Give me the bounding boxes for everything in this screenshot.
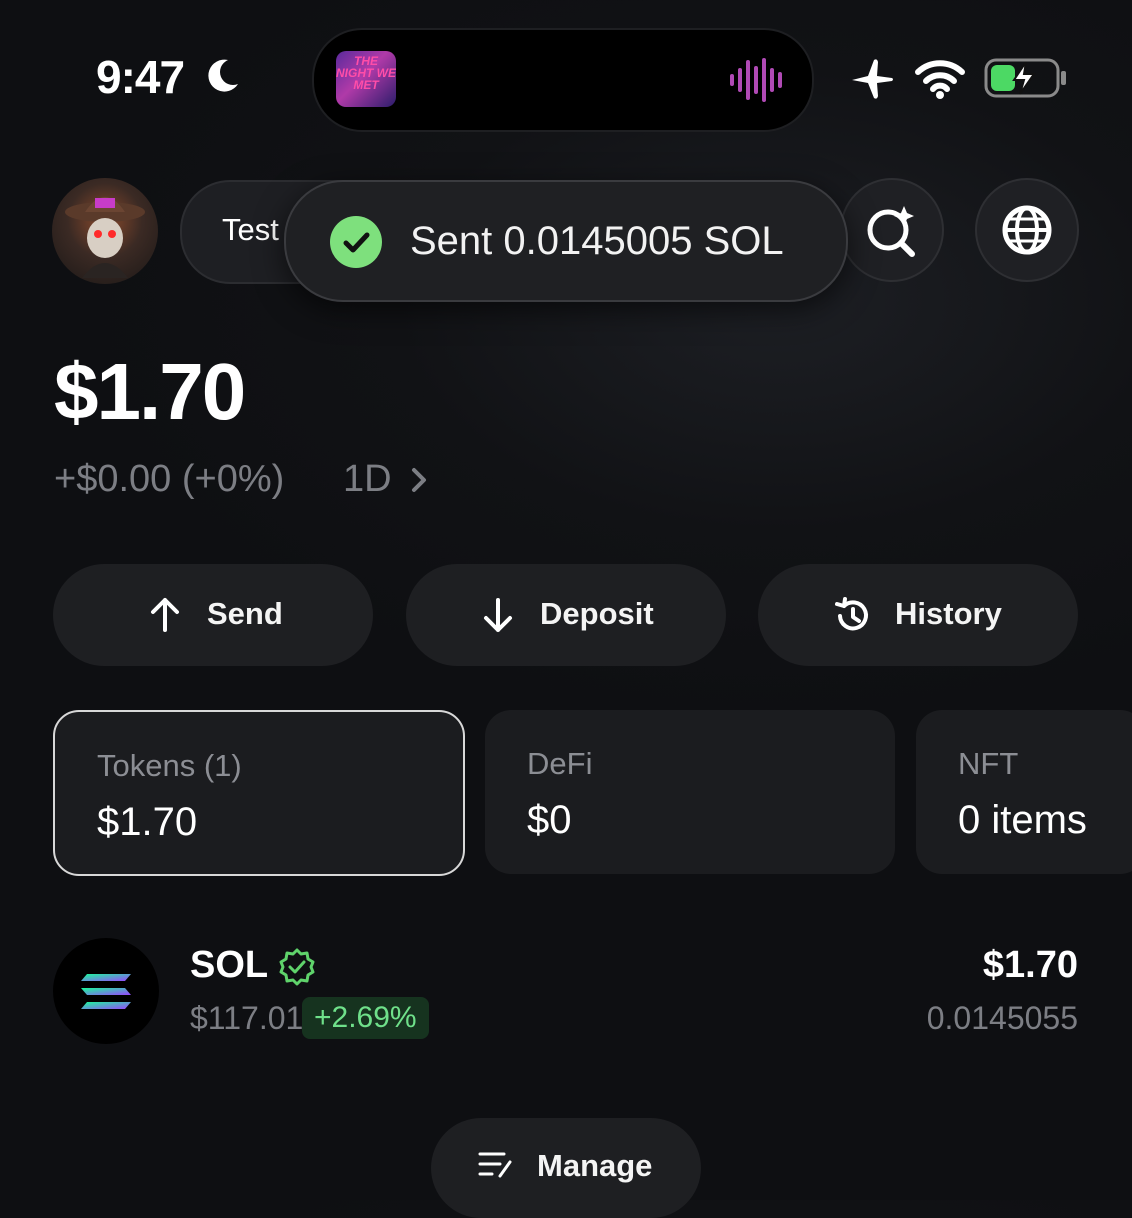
defi-card[interactable]: DeFi $0	[485, 710, 895, 874]
history-button[interactable]: History	[758, 564, 1078, 666]
search-sparkle-icon	[867, 206, 915, 257]
balance-change: +$0.00 (+0%)	[54, 458, 285, 500]
tokens-card-value: $1.70	[97, 800, 198, 844]
nft-card-label: NFT	[958, 746, 1019, 781]
nft-card-value: 0 items	[958, 798, 1087, 842]
deposit-label: Deposit	[540, 596, 654, 631]
token-amount: 0.0145055	[926, 1000, 1078, 1036]
solana-icon	[81, 974, 131, 1009]
token-price: $117.01	[190, 1000, 304, 1036]
wifi-icon	[915, 60, 965, 99]
toast-message: Sent 0.0145005 SOL	[410, 219, 784, 263]
deposit-button[interactable]: Deposit	[406, 564, 726, 666]
tokens-card[interactable]: Tokens (1) $1.70	[53, 710, 465, 876]
album-art-text: THE NIGHT WE MET	[336, 54, 396, 92]
arrow-up-icon	[151, 598, 179, 632]
search-button[interactable]	[840, 178, 944, 282]
token-symbol: SOL	[190, 944, 269, 986]
now-playing-album-art[interactable]: THE NIGHT WE MET	[336, 51, 396, 107]
token-value: $1.70	[982, 944, 1078, 986]
defi-card-label: DeFi	[527, 746, 593, 781]
period-selector[interactable]: 1D	[343, 458, 392, 501]
status-time: 9:47	[96, 51, 185, 103]
verified-badge-icon	[279, 948, 315, 986]
total-balance: $1.70	[54, 347, 246, 436]
success-check-icon	[330, 216, 382, 268]
profile-avatar[interactable]	[52, 178, 158, 284]
globe-icon	[1002, 205, 1052, 255]
battery-charging-icon	[984, 58, 1066, 98]
browser-button[interactable]	[975, 178, 1079, 282]
airplane-mode-icon	[852, 59, 893, 99]
arrow-down-icon	[484, 598, 512, 632]
sol-token-logo[interactable]	[53, 938, 159, 1044]
token-change-badge: +2.69%	[302, 997, 429, 1039]
manage-list-icon	[478, 1152, 512, 1178]
wallet-name: Test	[222, 212, 279, 247]
do-not-disturb-moon-icon	[208, 59, 238, 92]
avatar-image-icon	[65, 197, 145, 278]
defi-card-value: $0	[527, 798, 572, 842]
history-clock-icon	[835, 597, 868, 631]
history-label: History	[895, 596, 1002, 631]
audio-waveform-icon	[730, 58, 782, 102]
send-label: Send	[207, 596, 283, 631]
manage-label: Manage	[537, 1148, 653, 1183]
tokens-card-label: Tokens (1)	[97, 748, 242, 783]
nft-card[interactable]: NFT 0 items	[916, 710, 1132, 874]
send-button[interactable]: Send	[53, 564, 373, 666]
chevron-right-icon[interactable]	[408, 462, 432, 498]
